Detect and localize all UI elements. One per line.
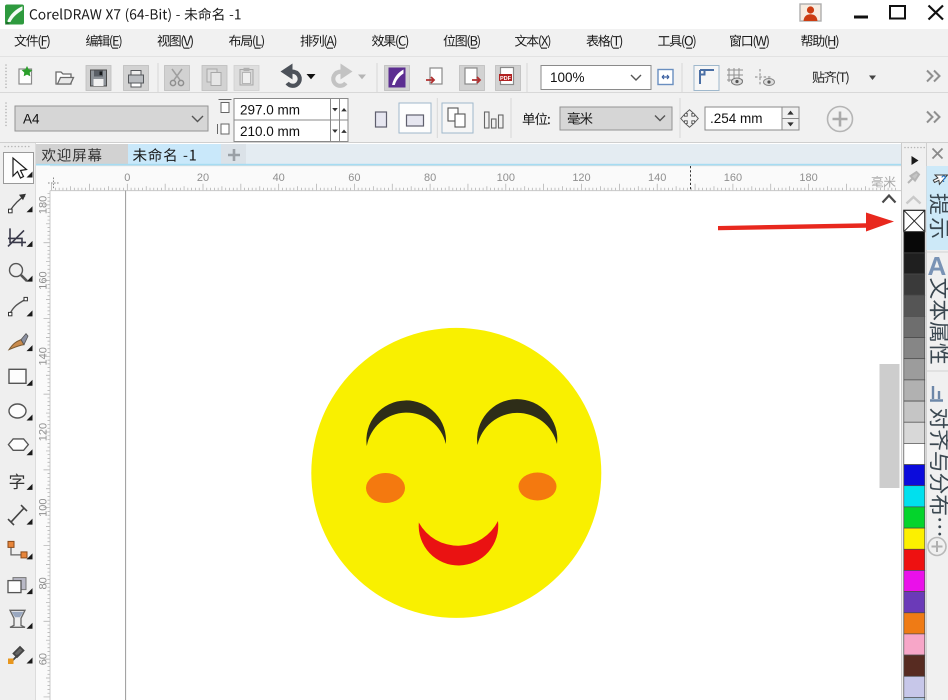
- svg-text:140: 140: [648, 172, 666, 184]
- svg-text:A4: A4: [23, 112, 40, 127]
- svg-text:60: 60: [38, 653, 50, 665]
- svg-text:40: 40: [273, 172, 285, 184]
- svg-text:160: 160: [724, 172, 742, 184]
- svg-text:120: 120: [572, 172, 590, 184]
- svg-text:?: ?: [941, 174, 947, 184]
- svg-text:20: 20: [197, 172, 209, 184]
- svg-text:.254 mm: .254 mm: [710, 111, 763, 126]
- svg-text:297.0 mm: 297.0 mm: [240, 103, 300, 118]
- svg-text:60: 60: [348, 172, 360, 184]
- svg-text:160: 160: [38, 271, 50, 289]
- svg-text:180: 180: [799, 172, 817, 184]
- svg-text:100%: 100%: [550, 70, 585, 85]
- svg-text:0: 0: [124, 172, 130, 184]
- svg-text:80: 80: [424, 172, 436, 184]
- svg-text:210.0 mm: 210.0 mm: [240, 124, 300, 139]
- svg-text:PDF: PDF: [500, 76, 512, 82]
- svg-text:80: 80: [38, 577, 50, 589]
- svg-text:120: 120: [38, 423, 50, 441]
- svg-text:180: 180: [38, 196, 50, 214]
- svg-text:100: 100: [497, 172, 515, 184]
- svg-text:140: 140: [38, 347, 50, 365]
- svg-text:A: A: [928, 251, 947, 281]
- svg-text:100: 100: [38, 499, 50, 517]
